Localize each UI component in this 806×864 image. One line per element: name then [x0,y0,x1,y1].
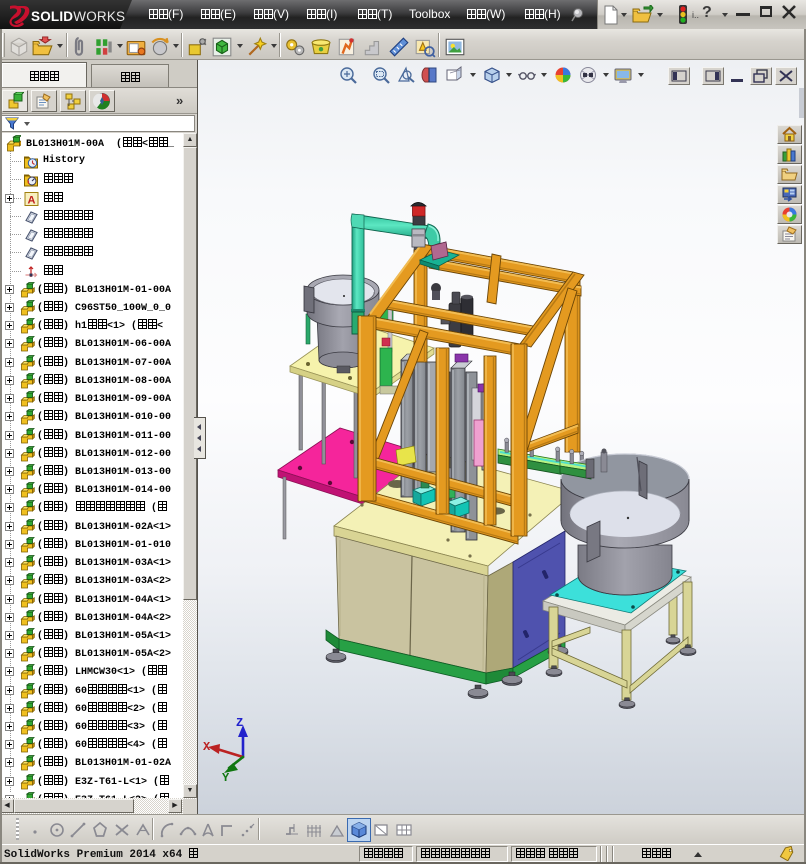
svg-text:X: X [203,740,211,754]
svg-text:A: A [28,195,36,207]
svg-text:SOLIDWORKS: SOLIDWORKS [31,9,125,24]
svg-text:Y: Y [222,771,230,785]
svg-text:Z: Z [236,716,243,730]
